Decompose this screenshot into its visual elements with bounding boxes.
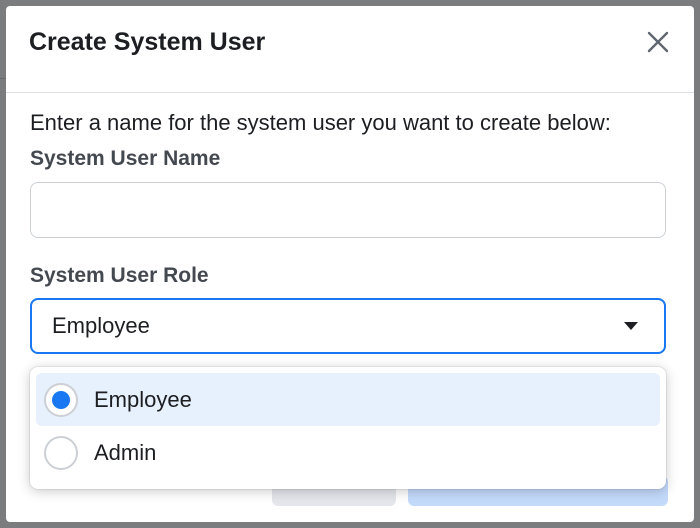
dialog-instructions: Enter a name for the system user you wan… (30, 110, 611, 135)
close-icon (647, 31, 669, 53)
dialog-header: Create System User (6, 6, 694, 93)
dialog-title: Create System User (29, 28, 266, 56)
role-dropdown-menu: Employee Admin (30, 367, 666, 489)
radio-checked-icon (44, 382, 78, 417)
role-option-employee[interactable]: Employee (36, 373, 660, 426)
selected-role-value: Employee (52, 313, 150, 338)
radio-dot (52, 390, 70, 409)
role-option-label: Admin (94, 439, 157, 465)
system-user-name-label: System User Name (30, 147, 221, 170)
caret-down-icon (624, 322, 638, 330)
close-button[interactable] (644, 28, 672, 56)
system-user-role-label: System User Role (30, 264, 209, 287)
role-option-admin[interactable]: Admin (36, 426, 660, 479)
radio-unchecked-icon (44, 435, 78, 470)
role-option-label: Employee (94, 386, 192, 412)
system-user-name-input[interactable] (30, 182, 666, 238)
system-user-role-select[interactable]: Employee (30, 298, 666, 354)
